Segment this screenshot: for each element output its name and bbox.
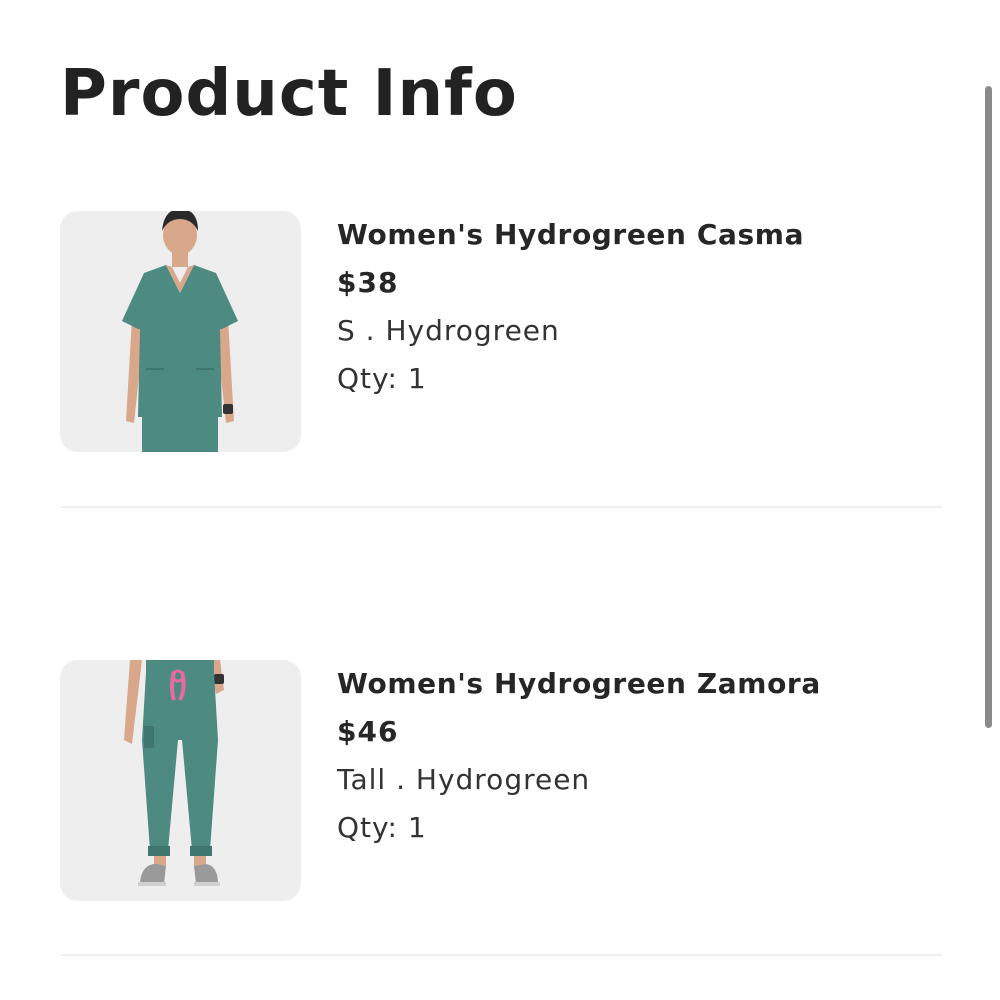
product-item[interactable]: Women's Hydrogreen Zamora $46 Tall . Hyd… <box>60 660 942 901</box>
product-image-scrub-pants[interactable] <box>60 660 301 901</box>
page-title: Product Info <box>60 57 518 131</box>
product-details: Women's Hydrogreen Casma $38 S . Hydrogr… <box>337 211 804 403</box>
scrub-top-illustration <box>60 211 301 452</box>
product-name[interactable]: Women's Hydrogreen Zamora <box>337 660 821 708</box>
product-details: Women's Hydrogreen Zamora $46 Tall . Hyd… <box>337 660 821 852</box>
divider <box>60 954 942 956</box>
product-price: $46 <box>337 715 399 748</box>
product-quantity: Qty: 1 <box>337 811 427 844</box>
product-name[interactable]: Women's Hydrogreen Casma <box>337 211 804 259</box>
product-item[interactable]: Women's Hydrogreen Casma $38 S . Hydrogr… <box>60 211 942 452</box>
scrub-pants-illustration <box>60 660 301 901</box>
product-info-page: Product Info Women's Hydrogreen Casma $3… <box>0 0 1000 1000</box>
product-quantity: Qty: 1 <box>337 362 427 395</box>
vertical-scrollbar[interactable] <box>985 86 992 728</box>
product-image-scrub-top[interactable] <box>60 211 301 452</box>
product-variant: S . Hydrogreen <box>337 314 560 347</box>
product-price: $38 <box>337 266 399 299</box>
product-variant: Tall . Hydrogreen <box>337 763 591 796</box>
divider <box>60 506 942 508</box>
